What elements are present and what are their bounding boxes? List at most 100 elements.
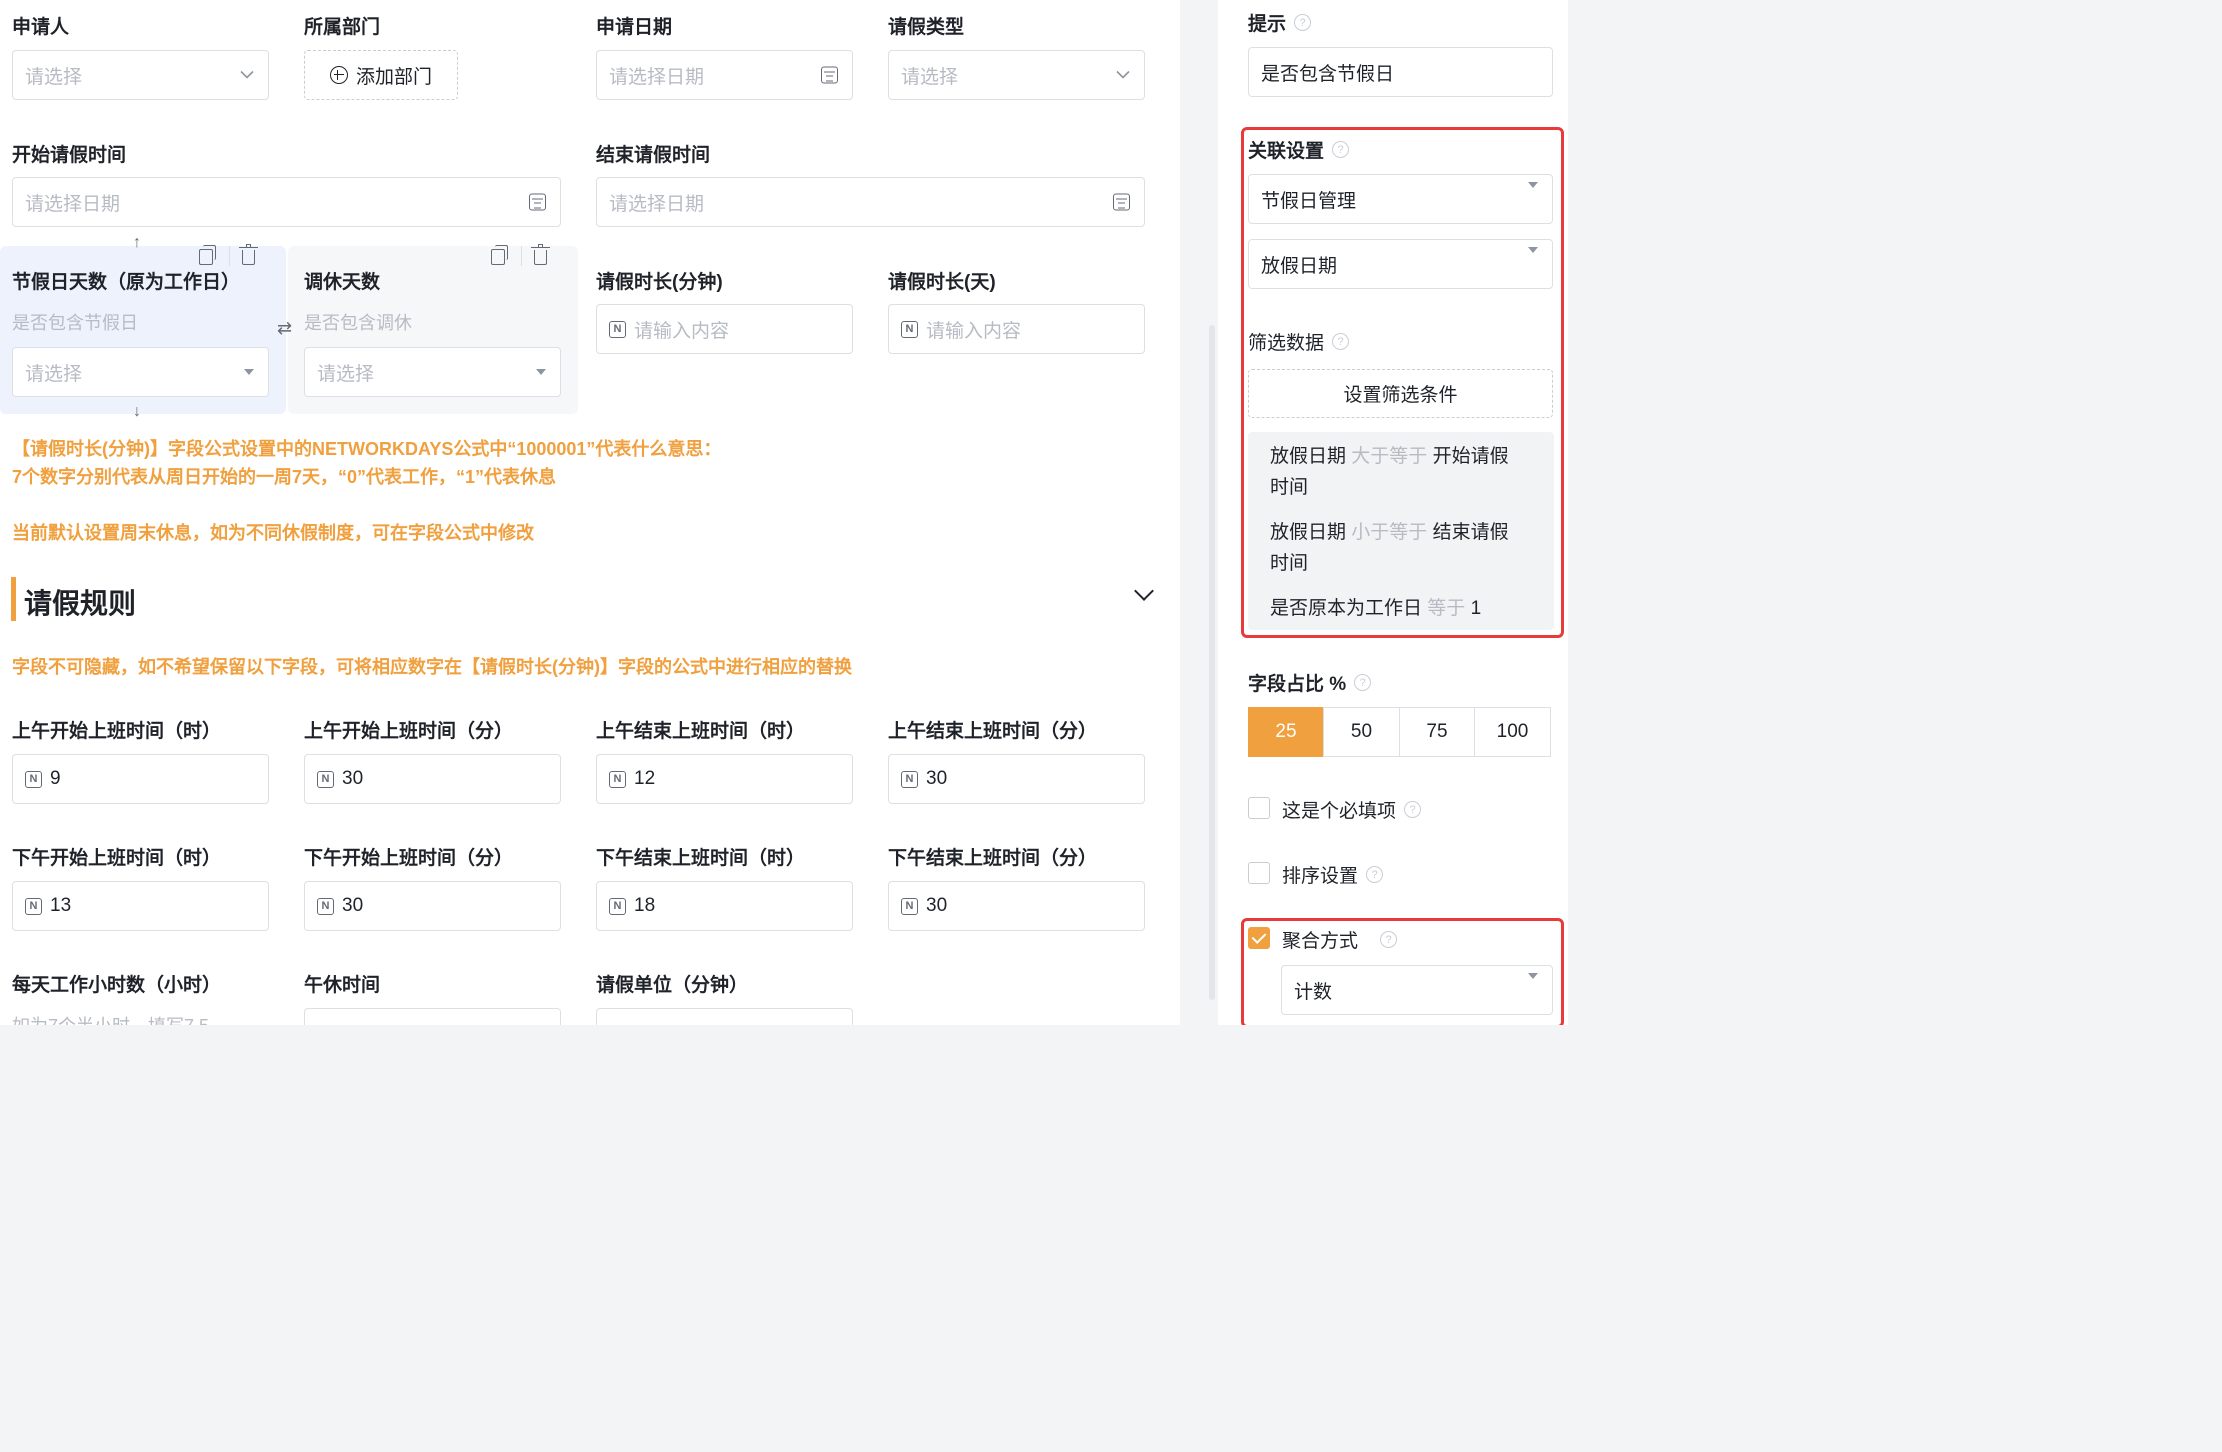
chevron-down-icon [1116, 70, 1130, 80]
set-filter-button[interactable]: 设置筛选条件 [1248, 369, 1553, 418]
leave-minutes-input[interactable]: N 请输入内容 [596, 304, 853, 354]
aggregate-select[interactable]: 计数 [1281, 965, 1553, 1015]
toolbar-divider [521, 246, 522, 266]
unit-label: 请假单位（分钟） [596, 975, 749, 996]
filter-condition[interactable]: 放假日期 大于等于 开始请假 时间 [1270, 441, 1540, 503]
start-time-label: 开始请假时间 [12, 145, 127, 166]
field-label: 下午开始上班时间（时） [12, 848, 222, 869]
calendar-icon [821, 66, 838, 84]
end-time-picker[interactable]: 请选择日期 [596, 177, 1145, 227]
copy-icon[interactable] [491, 245, 508, 265]
ratio-option-25[interactable]: 25 [1247, 707, 1325, 757]
tip-label: 提示 ? [1248, 9, 1312, 36]
link-settings-label: 关联设置 ? [1248, 136, 1350, 163]
sort-checkbox[interactable] [1248, 862, 1270, 884]
leave-minutes-label: 请假时长(分钟) [596, 272, 723, 293]
work-hours-hint: 如为7个半小时，填写7.5 [12, 1012, 209, 1025]
help-icon[interactable]: ? [1404, 801, 1422, 818]
number-input[interactable]: N 13 [12, 881, 269, 931]
caret-down-icon [1528, 182, 1538, 209]
collapse-chevron-icon[interactable] [1134, 581, 1154, 601]
help-icon[interactable]: ? [1332, 333, 1350, 350]
rest-days-label: 调休天数 [304, 272, 381, 293]
chevron-down-icon [240, 70, 254, 80]
caret-down-icon [1528, 247, 1538, 274]
holiday-days-hint: 是否包含节假日 [12, 313, 138, 333]
number-input[interactable]: N 18 [596, 881, 853, 931]
number-icon: N [609, 897, 626, 915]
caret-down-icon [536, 369, 546, 375]
number-input[interactable]: N 30 [888, 754, 1145, 804]
number-icon: N [901, 897, 918, 915]
section-note: 字段不可隐藏，如不希望保留以下字段，可将相应数字在【请假时长(分钟)】字段的公式… [12, 657, 852, 677]
field-label: 上午开始上班时间（分） [304, 721, 514, 742]
applicant-select[interactable]: 请选择 [12, 50, 269, 100]
ratio-option-75[interactable]: 75 [1398, 707, 1476, 757]
formula-note-line1: 【请假时长(分钟)】字段公式设置中的NETWORKDAYS公式中“1000001… [12, 439, 722, 459]
field-label: 下午开始上班时间（分） [304, 848, 514, 869]
ratio-option-100[interactable]: 100 [1474, 707, 1551, 757]
sort-label: 排序设置 ? [1282, 861, 1384, 888]
field-label: 下午结束上班时间（时） [596, 848, 806, 869]
help-icon[interactable]: ? [1332, 141, 1350, 158]
number-input[interactable]: N 12 [596, 754, 853, 804]
start-time-picker[interactable]: 请选择日期 [12, 177, 561, 227]
help-icon[interactable]: ? [1354, 674, 1372, 691]
move-down-icon[interactable]: ↓ [133, 403, 141, 421]
ratio-option-50[interactable]: 50 [1323, 707, 1400, 757]
lunch-label: 午休时间 [304, 975, 381, 996]
plus-circle-icon [329, 66, 348, 84]
leave-days-input[interactable]: N 请输入内容 [888, 304, 1145, 354]
aggregate-checkbox[interactable] [1248, 927, 1270, 949]
rest-days-hint: 是否包含调休 [304, 313, 412, 333]
help-icon[interactable]: ? [1380, 931, 1398, 948]
holiday-days-select[interactable]: 请选择 [12, 347, 269, 397]
move-up-icon[interactable]: ↑ [133, 234, 141, 252]
number-icon: N [317, 770, 334, 788]
number-input[interactable]: N9 [12, 754, 269, 804]
number-icon: N [609, 770, 626, 788]
ratio-label: 字段占比 % ? [1248, 669, 1372, 696]
unit-input[interactable] [596, 1008, 853, 1025]
apply-date-label: 申请日期 [596, 17, 673, 38]
holiday-days-label: 节假日天数（原为工作日） [12, 272, 241, 293]
add-department-button[interactable]: 添加部门 [304, 50, 458, 100]
aggregate-label: 聚合方式 ? [1282, 926, 1398, 953]
required-checkbox[interactable] [1248, 797, 1270, 819]
rest-days-select[interactable]: 请选择 [304, 347, 561, 397]
help-icon[interactable]: ? [1294, 14, 1312, 31]
work-hours-label: 每天工作小时数（小时） [12, 975, 222, 996]
caret-down-icon [244, 369, 254, 375]
link-field-select[interactable]: 放假日期 [1248, 239, 1553, 289]
tip-input[interactable]: 是否包含节假日 [1248, 47, 1553, 97]
number-icon: N [609, 320, 626, 338]
number-icon: N [901, 770, 918, 788]
delete-icon[interactable] [531, 244, 550, 265]
swap-icon[interactable]: ⇄ [277, 318, 292, 339]
end-time-label: 结束请假时间 [596, 145, 711, 166]
number-input[interactable]: N 30 [304, 881, 561, 931]
form-canvas: 申请人 请选择 所属部门 添加部门 申请日期 请选择日期 请假类型 请选择 开始… [0, 0, 1180, 1025]
number-icon: N [317, 897, 334, 915]
lunch-input[interactable] [304, 1008, 561, 1025]
applicant-label: 申请人 [12, 17, 70, 38]
filter-condition[interactable]: 是否原本为工作日 等于 1 [1270, 593, 1540, 624]
number-input[interactable]: N 30 [888, 881, 1145, 931]
field-label: 上午结束上班时间（时） [596, 721, 806, 742]
filter-label: 筛选数据 ? [1248, 328, 1350, 355]
help-icon[interactable]: ? [1366, 866, 1384, 883]
number-icon: N [25, 770, 42, 788]
required-label: 这是个必填项 ? [1282, 796, 1422, 823]
ratio-segmented-control: 25 50 75 100 [1247, 707, 1551, 757]
toolbar-divider [229, 246, 230, 266]
vertical-scrollbar[interactable] [1209, 325, 1215, 1000]
calendar-icon [1113, 193, 1130, 211]
link-table-select[interactable]: 节假日管理 [1248, 174, 1553, 224]
apply-date-picker[interactable]: 请选择日期 [596, 50, 853, 100]
delete-icon[interactable] [239, 244, 258, 265]
field-label: 上午结束上班时间（分） [888, 721, 1098, 742]
copy-icon[interactable] [199, 245, 216, 265]
filter-condition[interactable]: 放假日期 小于等于 结束请假 时间 [1270, 517, 1540, 579]
number-input[interactable]: N 30 [304, 754, 561, 804]
leave-type-select[interactable]: 请选择 [888, 50, 1145, 100]
